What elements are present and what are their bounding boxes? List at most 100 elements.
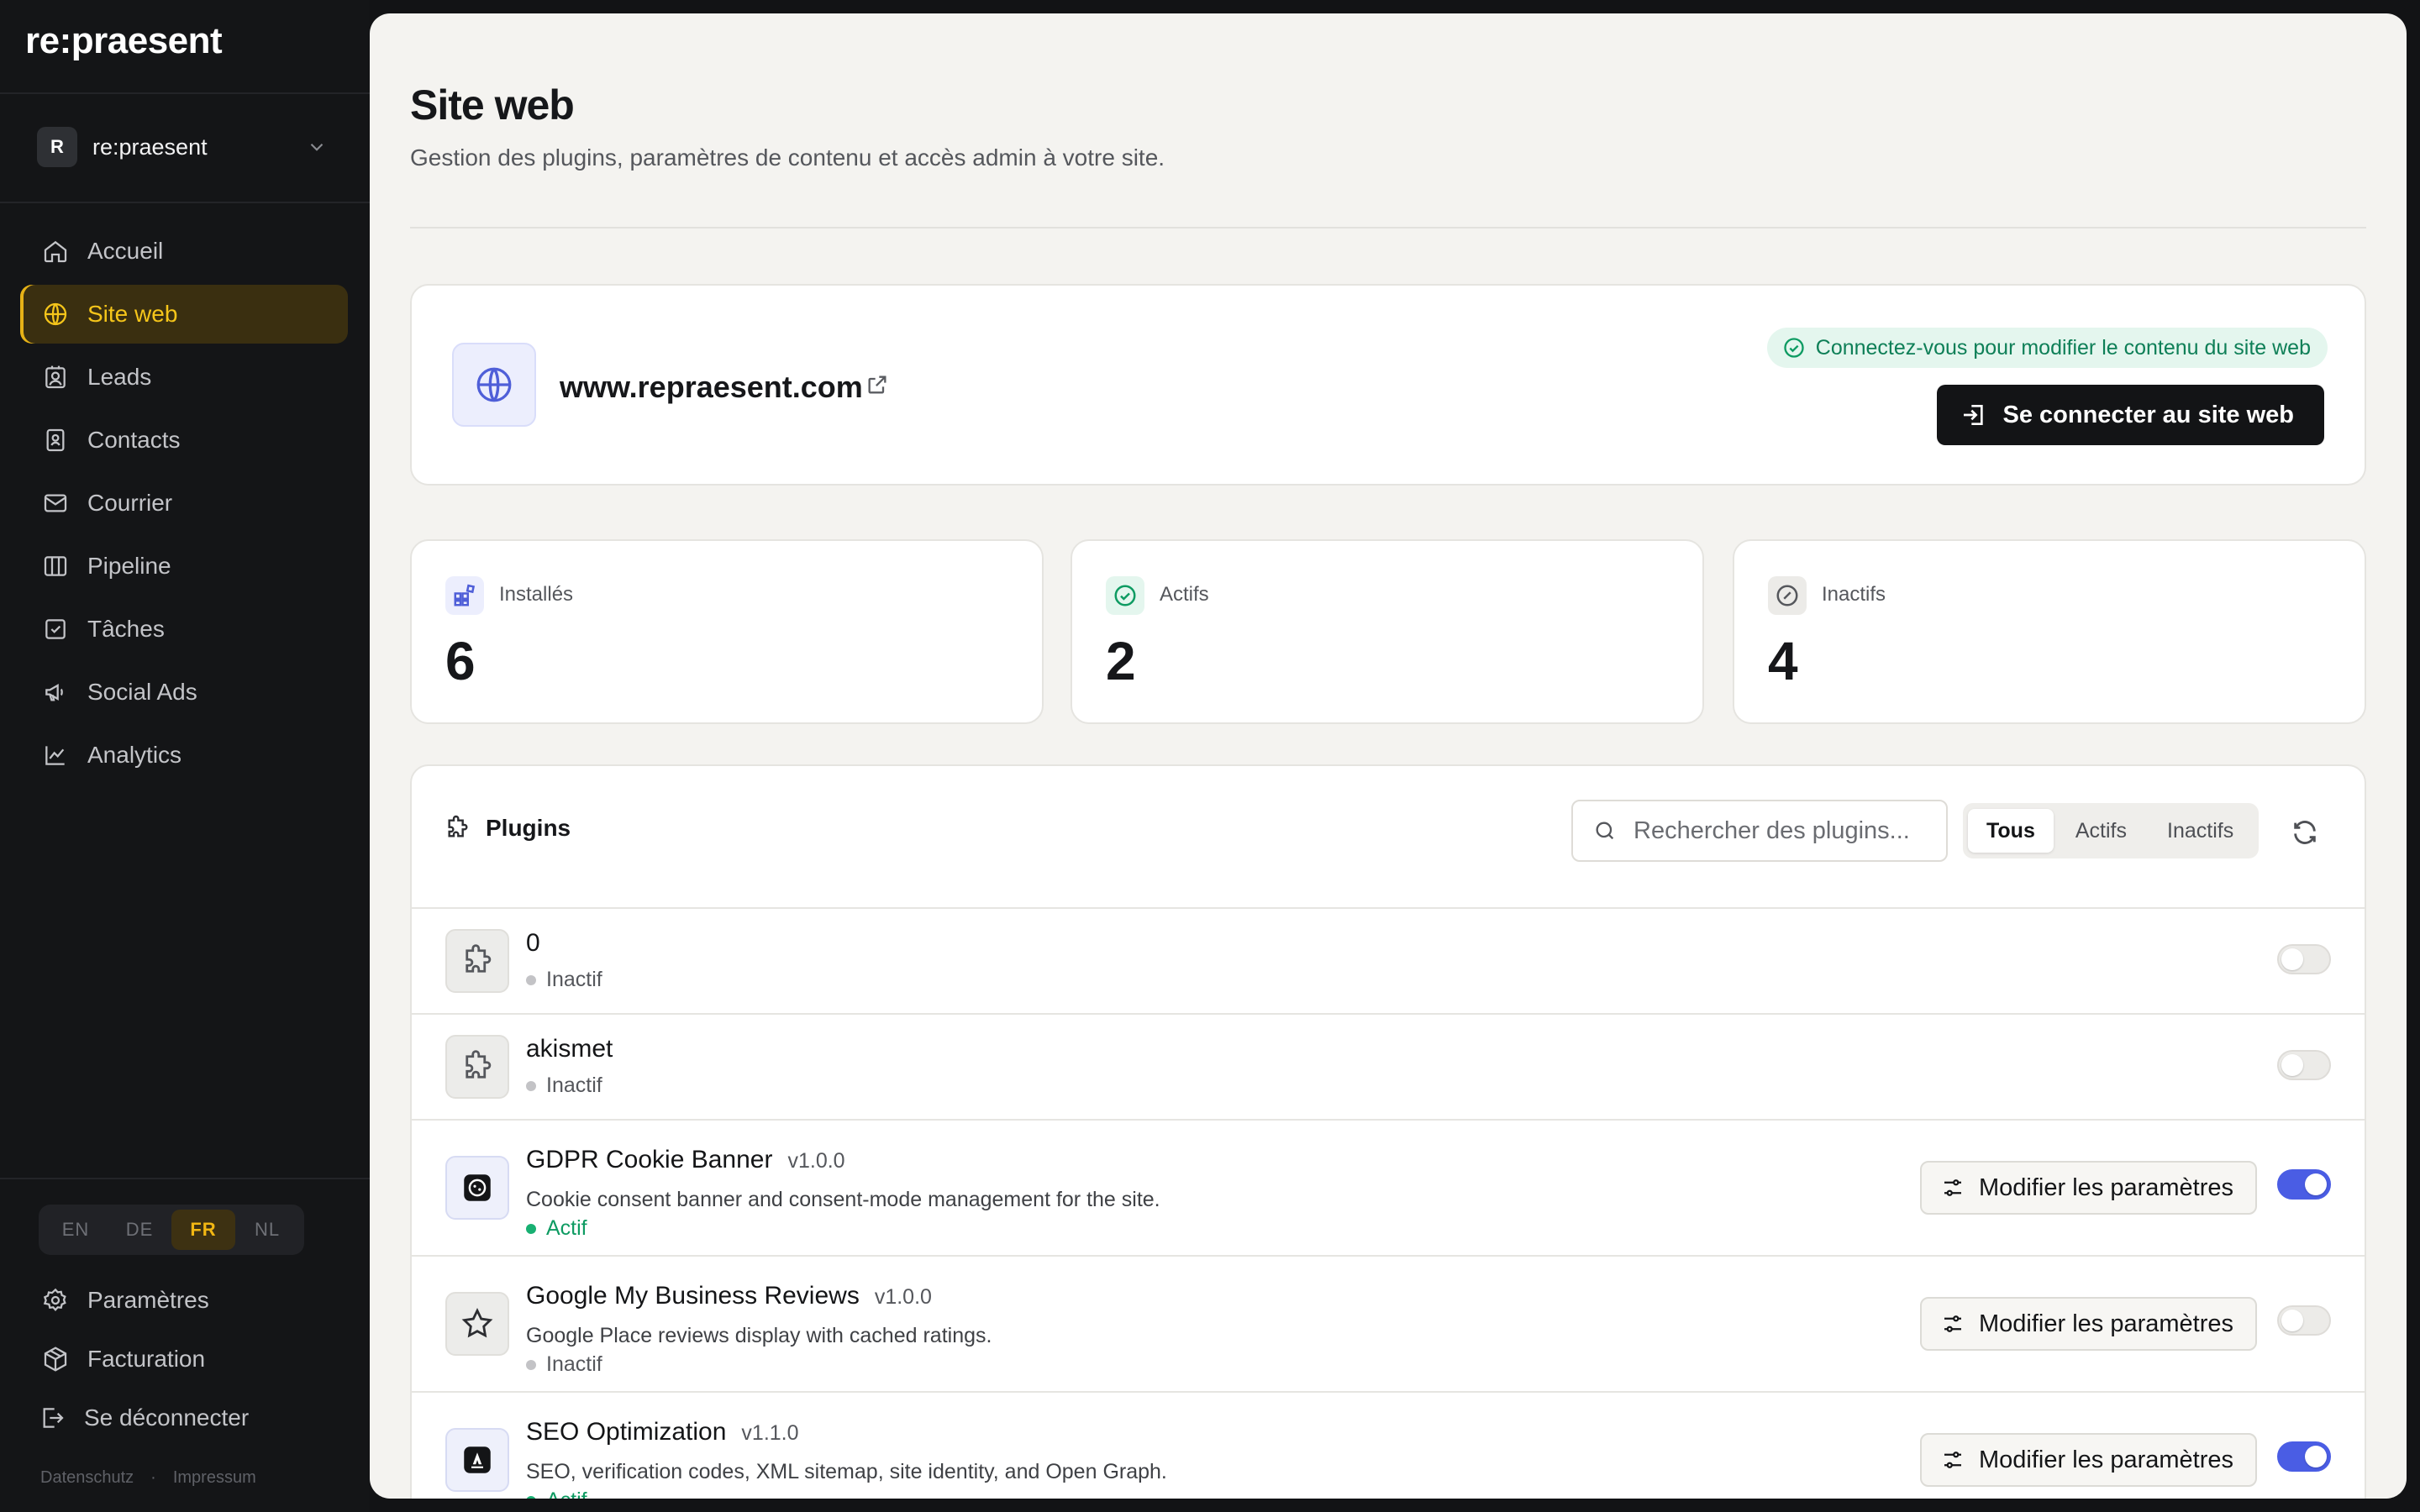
lang-en-button[interactable]: EN [44,1210,108,1250]
edit-settings-button[interactable]: Modifier les paramètres [1920,1161,2257,1215]
login-notice-text: Connectez-vous pour modifier le contenu … [1815,335,2311,360]
lang-nl-button[interactable]: NL [235,1210,299,1250]
stat-installed: Installés 6 [410,539,1044,724]
plugin-toggle[interactable] [2277,1441,2331,1472]
connect-site-label: Se connecter au site web [2002,401,2294,428]
inactive-stat-icon [1768,576,1807,615]
inactive-label: Inactifs [1822,583,1886,606]
nav-item-pipeline[interactable]: Pipeline [20,537,348,596]
plugin-status: Inactif [526,1074,602,1098]
globe-icon [476,367,512,402]
app-logo[interactable]: re:praesent [25,20,223,62]
plugin-name: GDPR Cookie Banner [526,1146,773,1173]
plugin-name: akismet [526,1035,613,1063]
edit-settings-button[interactable]: Modifier les paramètres [1920,1297,2257,1351]
logout-label: Se déconnecter [84,1404,250,1431]
lang-fr-button[interactable]: FR [171,1210,235,1250]
stat-active: Actifs 2 [1071,539,1704,724]
logout-link[interactable]: Se déconnecter [20,1389,348,1447]
plugin-name-line: SEO Optimization v1.1.0 [526,1418,799,1446]
nav-item-label: Leads [87,364,152,390]
nav-item-leads[interactable]: Leads [20,348,348,407]
plugin-list: 0 Inactif akismet Inactif GDPR Cookie Ba… [412,907,2365,1499]
workspace-switcher[interactable]: R re:praesent [18,118,338,176]
plugin-status: Inactif [526,1352,602,1377]
cookie-icon [464,1174,491,1201]
billing-link[interactable]: Facturation [20,1330,348,1389]
nav-item-label: Courrier [87,490,173,516]
plugin-status: Actif [526,1216,587,1241]
nav-item-label: Site web [87,301,178,327]
filter-tab-inactive[interactable]: Inactifs [2149,809,2252,853]
nav-item-label: Analytics [87,742,182,768]
nav-item-site-web[interactable]: Site web [20,285,348,344]
site-card: www.repraesent.com Connectez-vous pour m… [410,284,2366,486]
plugins-title: Plugins [486,815,571,841]
imprint-link[interactable]: Impressum [173,1468,256,1488]
plugin-toggle[interactable] [2277,1305,2331,1336]
gear-icon [43,1288,66,1312]
workspace-avatar: R [37,127,77,167]
contacts-icon [46,428,65,452]
plugin-search [1571,800,1948,862]
status-dot [526,1495,536,1499]
edit-settings-button[interactable]: Modifier les paramètres [1920,1433,2257,1487]
footer-separator: · [150,1468,156,1487]
sliders-icon [1944,1452,1961,1468]
nav-item-courrier[interactable]: Courrier [20,474,348,533]
nav-item-accueil[interactable]: Accueil [20,222,348,281]
plugin-description: Google Place reviews display with cached… [526,1324,992,1347]
plugin-name: 0 [526,929,540,957]
plugin-icon [445,1292,509,1356]
login-notice-badge: Connectez-vous pour modifier le contenu … [1766,328,2328,368]
site-domain[interactable]: www.repraesent.com [560,370,863,405]
filter-tab-active[interactable]: Actifs [2057,809,2145,853]
active-count: 2 [1106,631,1136,691]
sliders-icon [1944,1315,1961,1332]
plugin-row: Google My Business Reviews v1.0.0 Google… [412,1255,2365,1391]
privacy-link[interactable]: Datenschutz [40,1468,134,1488]
plugin-toggle[interactable] [2277,1169,2331,1200]
nav-item-label: Tâches [87,616,165,642]
page-subtitle: Gestion des plugins, paramètres de conte… [410,144,1165,171]
lang-de-button[interactable]: DE [108,1210,171,1250]
plugin-status-label: Inactif [546,1074,602,1097]
nav-item-analytics[interactable]: Analytics [20,726,348,785]
tasks-icon [45,619,66,639]
plugin-status: Inactif [526,968,602,992]
edit-settings-label: Modifier les paramètres [1979,1310,2233,1337]
megaphone-icon [45,684,63,701]
sidebar-bottom-links: Paramètres Facturation Se déconnecter [20,1271,348,1447]
billing-label: Facturation [87,1346,206,1372]
plugin-name-line: 0 [526,929,540,958]
nav-item-contacts[interactable]: Contacts [20,411,348,470]
active-stat-icon [1106,576,1144,615]
nav-item-taches[interactable]: Tâches [20,600,348,659]
nav-item-label: Contacts [87,427,181,453]
header-divider [410,227,2366,228]
external-link-icon[interactable] [865,373,889,396]
lead-icon [45,365,66,389]
refresh-icon[interactable] [2291,818,2319,847]
plugin-row: SEO Optimization v1.1.0 SEO, verificatio… [412,1391,2365,1499]
plugins-card: Plugins Tous Actifs Inactifs 0 Ina [410,764,2366,1499]
globe-icon [44,302,67,326]
connect-site-button[interactable]: Se connecter au site web [1937,385,2324,445]
sidebar-divider [0,1178,370,1179]
footer-links: Datenschutz · Impressum [40,1468,256,1488]
plugin-status-label: Actif [546,1216,587,1240]
check-circle-icon [1114,585,1136,606]
status-dot [526,1080,536,1091]
nav-item-social-ads[interactable]: Social Ads [20,663,348,722]
plugin-name: Google My Business Reviews [526,1282,860,1310]
plugin-search-input[interactable] [1634,816,1919,845]
plugin-icon [445,1035,509,1099]
settings-link[interactable]: Paramètres [20,1271,348,1330]
filter-tab-all[interactable]: Tous [1968,809,2054,853]
plugin-icon [445,1428,509,1492]
plugin-status: Actif [526,1488,587,1499]
plugin-toggle[interactable] [2277,944,2331,974]
main-nav: Accueil Site web Leads Contacts Courrier… [20,222,348,789]
plugin-toggle[interactable] [2277,1050,2331,1080]
logout-icon [43,1408,64,1428]
